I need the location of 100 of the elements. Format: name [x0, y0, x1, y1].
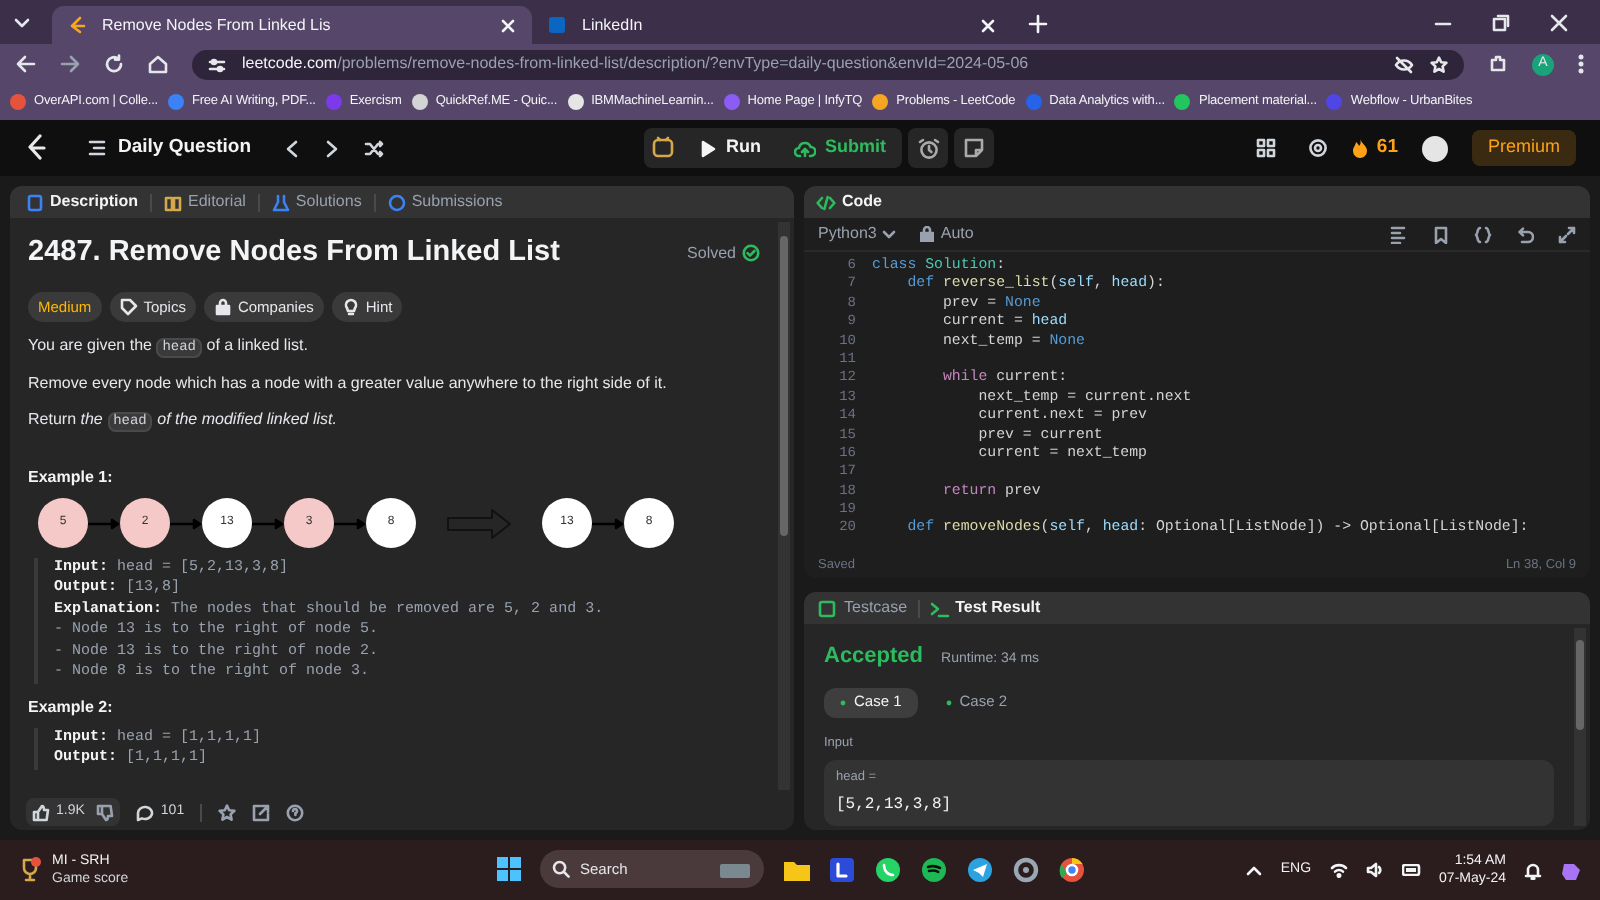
flask-icon [271, 193, 290, 211]
panel-tab[interactable]: Testcase [818, 596, 908, 620]
language-dropdown[interactable]: Python3 [818, 222, 897, 246]
panel-tab[interactable]: Description [26, 190, 139, 214]
help-icon[interactable] [286, 803, 305, 821]
chevron-left-icon[interactable] [283, 139, 300, 157]
search-icon [552, 860, 570, 878]
play-icon [700, 139, 716, 157]
bookmark-favicon-icon [1326, 94, 1343, 110]
panel-tab[interactable]: Editorial [164, 190, 246, 214]
shuffle-icon[interactable] [363, 139, 384, 157]
browser-tab[interactable]: Remove Nodes From Linked Lis [52, 6, 532, 44]
more-menu-icon[interactable] [1578, 54, 1584, 74]
comment-icon [136, 803, 155, 821]
bookmark-favicon-icon [10, 94, 26, 110]
panel-tab[interactable]: Submissions [387, 190, 503, 214]
expand-icon[interactable] [1558, 225, 1576, 243]
bookmark-favicon-icon [872, 94, 889, 110]
restore-icon[interactable] [1492, 14, 1510, 32]
arrow-icon [334, 517, 366, 530]
alarm-clock-icon [917, 137, 939, 159]
close-icon[interactable] [500, 17, 516, 33]
battery-icon[interactable] [1401, 864, 1422, 876]
lock-icon [213, 297, 232, 316]
checkbox-icon [818, 599, 838, 617]
document-icon [26, 193, 44, 211]
notification-bell-icon[interactable] [1524, 861, 1542, 879]
thumbs-up-icon [32, 803, 50, 821]
panel-title: Code [842, 190, 882, 214]
new-tab-icon[interactable] [1028, 14, 1048, 34]
arrow-icon [592, 517, 624, 530]
scrollbar-thumb[interactable] [1576, 640, 1584, 730]
format-icon[interactable] [1390, 225, 1408, 243]
forward-arrow-icon[interactable] [60, 54, 80, 74]
start-menu-icon[interactable] [496, 856, 522, 882]
thumbs-down-icon[interactable] [96, 803, 115, 821]
submit-button[interactable]: Submit [777, 128, 902, 168]
example-heading: Example 2: [28, 695, 115, 720]
letter-l-app-icon[interactable] [828, 855, 856, 883]
lightbulb-icon [341, 297, 360, 316]
panel-tab[interactable]: Test Result [929, 596, 1041, 620]
list-icon [88, 140, 106, 156]
lock-icon [920, 226, 935, 242]
extensions-icon[interactable] [1488, 54, 1508, 74]
wifi-icon[interactable] [1329, 862, 1348, 878]
chevron-right-icon[interactable] [323, 139, 340, 157]
panel-tab[interactable]: Solutions [271, 190, 362, 214]
chevron-up-icon[interactable] [1246, 864, 1263, 876]
bookmark-favicon-icon [1025, 94, 1042, 110]
linkedin-logo-icon [548, 16, 566, 34]
chevron-down-icon [882, 229, 897, 239]
premium-button[interactable]: Premium [1471, 130, 1576, 166]
bookmark-icon[interactable] [1432, 225, 1450, 243]
note-button[interactable] [954, 128, 994, 168]
paper-plane-icon[interactable] [966, 855, 994, 883]
bookmark-favicon-icon [1174, 94, 1191, 110]
browser-app-icon[interactable] [1058, 855, 1086, 883]
reload-icon[interactable] [104, 54, 124, 74]
home-icon[interactable] [148, 54, 168, 74]
tag-icon [119, 297, 138, 316]
braces-icon[interactable] [1474, 225, 1492, 243]
description-paragraph: Remove every node which has a node with a greater value anywhere to the right side of it. [28, 371, 669, 396]
note-icon [964, 138, 984, 158]
arrow-icon [170, 517, 202, 530]
check-circle-icon [742, 244, 760, 263]
eye-slash-icon[interactable] [1394, 55, 1414, 73]
bookmark-favicon-icon [325, 94, 342, 110]
arrow-icon [252, 517, 284, 530]
verdict-text: Accepted [824, 642, 924, 672]
address-bar[interactable]: leetcode.com/problems/remove-nodes-from-linked-list/description/?envType=daily-question&envId=2024-05-06 [192, 49, 1464, 79]
undo-icon[interactable] [1516, 225, 1534, 243]
run-button[interactable]: Run [684, 128, 777, 168]
book-icon [164, 193, 183, 211]
speaker-icon[interactable] [1365, 862, 1384, 878]
back-arrow-icon[interactable] [16, 54, 36, 74]
scrollbar-thumb[interactable] [780, 236, 788, 536]
star-icon[interactable] [218, 803, 237, 821]
user-avatar[interactable] [1421, 135, 1448, 161]
fire-icon [1352, 138, 1369, 158]
alarm-clock-button[interactable] [908, 128, 948, 168]
close-icon[interactable] [1550, 14, 1568, 32]
browser-tab[interactable]: LinkedIn [532, 6, 1012, 44]
bookmark-favicon-icon [167, 94, 184, 110]
bookmark-favicon-icon [567, 94, 584, 110]
site-settings-icon [208, 55, 226, 73]
layout-grid-icon[interactable] [1256, 138, 1277, 158]
bookmark-favicon-icon [411, 94, 428, 110]
clock-icon [387, 193, 406, 211]
example-heading: Example 1: [28, 465, 115, 490]
cloud-upload-icon [793, 139, 815, 157]
phone-chat-icon[interactable] [874, 855, 902, 883]
music-app-icon[interactable] [920, 855, 948, 883]
parameter-value: [5,2,13,3,8] [836, 794, 954, 818]
arrow-icon [88, 517, 120, 530]
status-dot-icon [945, 699, 952, 705]
autosave-mode[interactable]: Auto [920, 222, 974, 246]
close-icon[interactable] [980, 17, 996, 33]
streak-counter[interactable]: 61 [1352, 133, 1398, 163]
share-icon[interactable] [252, 803, 271, 821]
daily-question-title[interactable]: Daily Question [118, 133, 252, 163]
